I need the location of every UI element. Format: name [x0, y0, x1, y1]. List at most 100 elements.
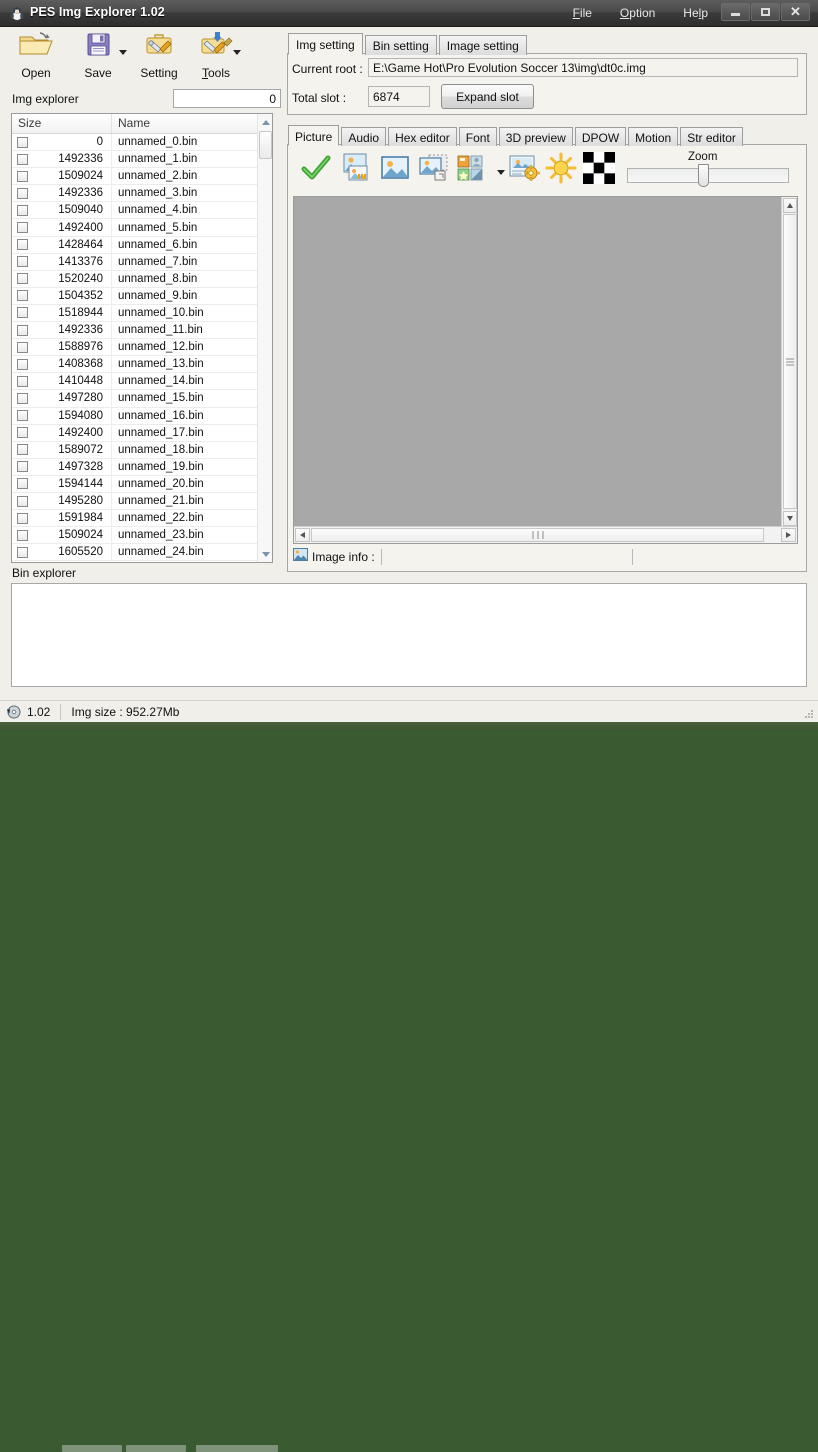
tab-image-setting[interactable]: Image setting	[438, 35, 527, 55]
row-checkbox[interactable]	[17, 324, 28, 336]
row-checkbox[interactable]	[17, 529, 28, 541]
table-row[interactable]: 0 unnamed_0.bin	[12, 134, 272, 152]
preview-scroll-down-arrow-icon[interactable]	[783, 511, 797, 526]
table-row[interactable]: 1495280 unnamed_21.bin	[12, 492, 272, 511]
brightness-sun-icon[interactable]	[545, 152, 581, 188]
tab-audio[interactable]: Audio	[341, 127, 387, 146]
row-checkbox[interactable]	[17, 427, 28, 439]
row-checkbox[interactable]	[17, 546, 28, 558]
save-dropdown-chevron-down-icon[interactable]	[119, 50, 127, 55]
row-checkbox[interactable]	[17, 392, 28, 404]
checkerboard-alpha-icon[interactable]	[583, 152, 619, 188]
taskbar-item-2[interactable]	[126, 1445, 186, 1452]
row-checkbox[interactable]	[17, 512, 28, 524]
tab-3d-preview[interactable]: 3D preview	[498, 127, 573, 146]
list-scroll-thumb[interactable]	[259, 131, 272, 159]
close-button[interactable]: ✕	[781, 3, 810, 21]
row-checkbox[interactable]	[17, 204, 28, 216]
table-row[interactable]: 1492336 unnamed_11.bin	[12, 322, 272, 340]
table-row[interactable]: 1594144 unnamed_20.bin	[12, 475, 272, 493]
row-checkbox[interactable]	[17, 307, 28, 319]
scroll-down-arrow-icon[interactable]	[258, 546, 272, 562]
menu-item-option[interactable]: Option	[620, 6, 655, 20]
table-row[interactable]: 1410448 unnamed_14.bin	[12, 373, 272, 391]
resize-grip-icon[interactable]	[803, 707, 815, 719]
table-row[interactable]: 1594080 unnamed_16.bin	[12, 407, 272, 425]
column-header-name[interactable]: Name	[112, 114, 258, 133]
column-header-size[interactable]: Size	[12, 114, 112, 133]
tab-str-editor[interactable]: Str editor	[680, 127, 743, 146]
row-checkbox[interactable]	[17, 495, 28, 507]
list-scrollbar[interactable]	[257, 114, 272, 562]
tab-motion[interactable]: Motion	[628, 127, 679, 146]
picture-preview-canvas[interactable]	[294, 197, 782, 527]
total-slot-field[interactable]: 6874	[368, 86, 430, 107]
expand-slot-button[interactable]: Expand slot	[441, 84, 534, 109]
taskbar-item-1[interactable]	[62, 1445, 122, 1452]
palette-dropdown-chevron-down-icon[interactable]	[497, 170, 505, 175]
table-row[interactable]: 1497328 unnamed_19.bin	[12, 458, 272, 476]
row-checkbox[interactable]	[17, 136, 28, 148]
row-checkbox[interactable]	[17, 375, 28, 387]
table-row[interactable]: 1413376 unnamed_7.bin	[12, 253, 272, 271]
table-row[interactable]: 1589072 unnamed_18.bin	[12, 441, 272, 459]
table-row[interactable]: 1428464 unnamed_6.bin	[12, 236, 272, 254]
tab-bin-setting[interactable]: Bin setting	[364, 35, 437, 55]
table-row[interactable]: 1591984 unnamed_22.bin	[12, 510, 272, 528]
image-import-icon[interactable]	[340, 152, 376, 188]
tab-hex-editor[interactable]: Hex editor	[388, 127, 457, 146]
table-row[interactable]: 1518944 unnamed_10.bin	[12, 304, 272, 323]
img-explorer-list[interactable]: Size Name 0 unnamed_0.bin 1492336 unnamed_1…	[11, 113, 273, 563]
table-row[interactable]: 1492336 unnamed_3.bin	[12, 185, 272, 203]
row-checkbox[interactable]	[17, 410, 28, 422]
table-row[interactable]: 1509040 unnamed_4.bin	[12, 202, 272, 220]
tab-picture[interactable]: Picture	[288, 125, 340, 146]
image-copy-icon[interactable]	[417, 152, 453, 188]
picture-preview-area[interactable]	[293, 196, 798, 544]
row-checkbox[interactable]	[17, 290, 28, 302]
preview-scroll-up-arrow-icon[interactable]	[783, 198, 797, 213]
row-checkbox[interactable]	[17, 170, 28, 182]
green-check-icon[interactable]	[300, 152, 336, 188]
bin-explorer-list[interactable]	[11, 583, 807, 687]
image-properties-icon[interactable]	[507, 152, 543, 188]
table-row[interactable]: 1492400 unnamed_5.bin	[12, 219, 272, 237]
img-explorer-count-input[interactable]: 0	[173, 89, 281, 108]
taskbar-item-3[interactable]	[196, 1445, 278, 1452]
tab-img-setting[interactable]: Img setting	[288, 33, 363, 55]
setting-button[interactable]: Setting	[130, 30, 188, 80]
scroll-up-arrow-icon[interactable]	[258, 114, 272, 130]
preview-horizontal-scrollbar[interactable]	[294, 526, 797, 543]
tab-dpow[interactable]: DPOW	[574, 127, 627, 146]
table-row[interactable]: 1492336 unnamed_1.bin	[12, 151, 272, 169]
preview-hscroll-thumb[interactable]	[311, 528, 764, 542]
table-row[interactable]: 1504352 unnamed_9.bin	[12, 287, 272, 305]
row-checkbox[interactable]	[17, 153, 28, 165]
table-row[interactable]: 1588976 unnamed_12.bin	[12, 339, 272, 357]
image-palette-icon[interactable]	[455, 152, 491, 188]
current-root-field[interactable]: E:\Game Hot\Pro Evolution Soccer 13\img\…	[368, 58, 798, 77]
zoom-slider-thumb[interactable]	[698, 164, 709, 187]
row-checkbox[interactable]	[17, 222, 28, 234]
table-row[interactable]: 1497280 unnamed_15.bin	[12, 390, 272, 408]
table-row[interactable]: 1408368 unnamed_13.bin	[12, 356, 272, 374]
preview-scroll-left-arrow-icon[interactable]	[295, 528, 310, 542]
minimize-button[interactable]	[721, 3, 750, 21]
preview-scroll-right-arrow-icon[interactable]	[781, 528, 796, 542]
table-row[interactable]: 1520240 unnamed_8.bin	[12, 270, 272, 288]
maximize-button[interactable]	[751, 3, 780, 21]
table-row[interactable]: 1605520 unnamed_24.bin	[12, 544, 272, 562]
open-button[interactable]: Open	[10, 30, 62, 80]
image-view-icon[interactable]	[379, 152, 415, 188]
row-checkbox[interactable]	[17, 273, 28, 285]
row-checkbox[interactable]	[17, 341, 28, 353]
row-checkbox[interactable]	[17, 478, 28, 490]
row-checkbox[interactable]	[17, 461, 28, 473]
row-checkbox[interactable]	[17, 444, 28, 456]
preview-vertical-scrollbar[interactable]	[781, 197, 797, 527]
menu-item-help[interactable]: Help	[683, 6, 708, 20]
table-row[interactable]: 1509024 unnamed_2.bin	[12, 168, 272, 186]
save-button[interactable]: Save	[72, 30, 124, 80]
table-row[interactable]: 1492400 unnamed_17.bin	[12, 424, 272, 442]
row-checkbox[interactable]	[17, 239, 28, 251]
